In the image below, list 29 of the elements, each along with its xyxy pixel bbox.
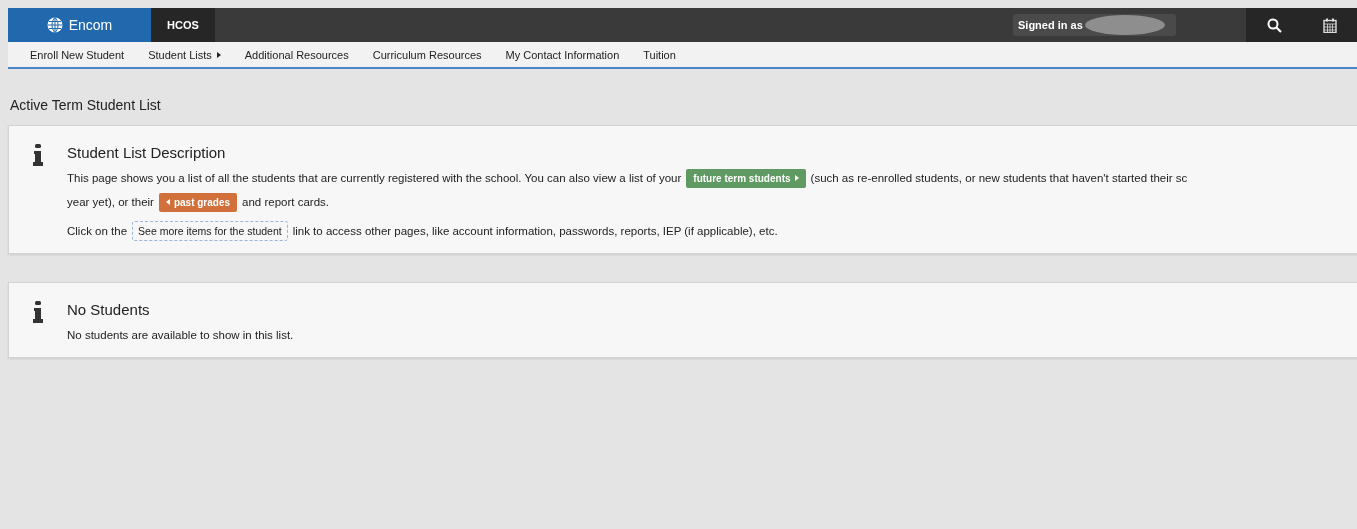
nav-item[interactable]: Enroll New Student (18, 48, 137, 61)
page-title: Active Term Student List (10, 97, 162, 113)
nav-item[interactable]: Additional Resources (232, 48, 361, 61)
nav-item[interactable]: Student Lists (136, 48, 233, 61)
globe-icon (46, 17, 63, 33)
description-text: year yet), or their (67, 196, 154, 208)
nav-item[interactable]: My Contact Information (493, 48, 632, 61)
nav-item[interactable]: Tuition (631, 48, 688, 61)
description-text: This page shows you a list of all the students that are currently registered with the school. You can also view a list of your (67, 172, 682, 184)
nav-item[interactable]: Curriculum Resources (360, 48, 494, 61)
app-tab[interactable]: HCOS (151, 8, 215, 42)
caret-icon (216, 51, 221, 58)
brand-name: Encom (68, 17, 113, 33)
description-text: Click on the (67, 225, 128, 237)
card-title: Student List Description (67, 144, 227, 161)
card-title: No Students (67, 301, 151, 318)
search-icon[interactable] (1266, 17, 1282, 33)
info-icon (33, 144, 43, 166)
description-text: (such as re-enrolled students, or new students that haven't started their sc (810, 172, 1188, 184)
caret-icon (165, 199, 170, 205)
signed-in-label: Signed in as (1018, 19, 1083, 31)
description-text: link to access other pages, like account information, passwords, reports, IEP (if applicable), etc. (292, 225, 778, 237)
info-icon (33, 301, 43, 323)
brand-logo[interactable]: Encom (8, 8, 151, 42)
caret-icon (794, 175, 799, 181)
description-text: No students are available to show in this list. (67, 329, 294, 341)
see-more-link[interactable]: See more items for the student (132, 221, 288, 241)
description-text: and report cards. (242, 196, 329, 208)
calendar-icon[interactable] (1322, 17, 1337, 33)
